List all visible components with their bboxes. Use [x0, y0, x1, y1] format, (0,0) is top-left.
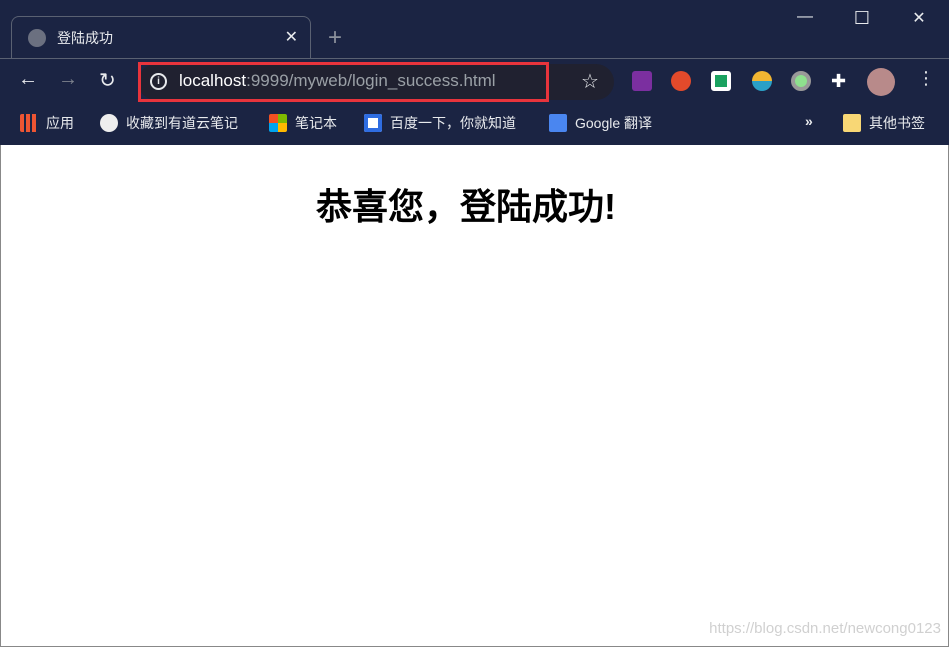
menu-icon[interactable]: ⋮	[917, 68, 935, 89]
forward-button[interactable]: →	[58, 68, 78, 91]
bookmark-google-translate[interactable]: Google 翻译	[549, 113, 652, 133]
other-bookmarks[interactable]: 其他书签	[843, 113, 925, 133]
watermark: https://blog.csdn.net/newcong0123	[709, 620, 941, 637]
tab-close-icon[interactable]: ✕	[285, 27, 298, 47]
page-heading: 恭喜您，登陆成功!	[316, 186, 616, 227]
bookmark-baidu[interactable]: 百度一下，你就知道	[364, 113, 516, 133]
browser-chrome: 登陆成功 ✕ + — ☐ ✕ ← → ↻ i localhost:9999/my…	[0, 0, 949, 145]
window-close-button[interactable]: ✕	[904, 8, 934, 28]
onenote-icon[interactable]	[632, 71, 652, 91]
bookmark-youdao[interactable]: 收藏到有道云笔记	[100, 113, 238, 133]
new-tab-button[interactable]: +	[328, 24, 342, 52]
maximize-button[interactable]: ☐	[847, 8, 877, 29]
reload-button[interactable]: ↻	[99, 68, 116, 93]
bookmark-notebook[interactable]: 笔记本	[269, 113, 337, 133]
tab-title: 登陆成功	[57, 29, 113, 46]
infinity-icon[interactable]	[671, 71, 691, 91]
google-translate-icon	[549, 114, 567, 132]
minimize-button[interactable]: —	[790, 8, 820, 26]
apps-icon	[20, 114, 38, 132]
chat-icon[interactable]	[711, 71, 731, 91]
puzzle-icon[interactable]: ✚	[831, 71, 851, 91]
microsoft-icon	[269, 114, 287, 132]
folder-icon	[843, 114, 861, 132]
tab-active[interactable]: 登陆成功 ✕	[11, 16, 311, 58]
back-button[interactable]: ←	[18, 68, 38, 91]
avatar[interactable]	[867, 68, 895, 96]
baidu-icon	[364, 114, 382, 132]
bowl-icon[interactable]	[752, 71, 772, 91]
bookmark-star-icon[interactable]: ☆	[581, 69, 599, 94]
bookmark-apps[interactable]: 应用	[20, 113, 74, 133]
globe-icon	[28, 28, 46, 47]
url-text[interactable]: localhost:9999/myweb/login_success.html	[179, 71, 496, 91]
info-icon[interactable]: i	[150, 73, 167, 90]
green-dot-icon[interactable]	[791, 71, 811, 91]
globe-icon	[100, 114, 118, 132]
bookmarks-more-button[interactable]: »	[805, 113, 813, 129]
divider	[0, 58, 949, 59]
